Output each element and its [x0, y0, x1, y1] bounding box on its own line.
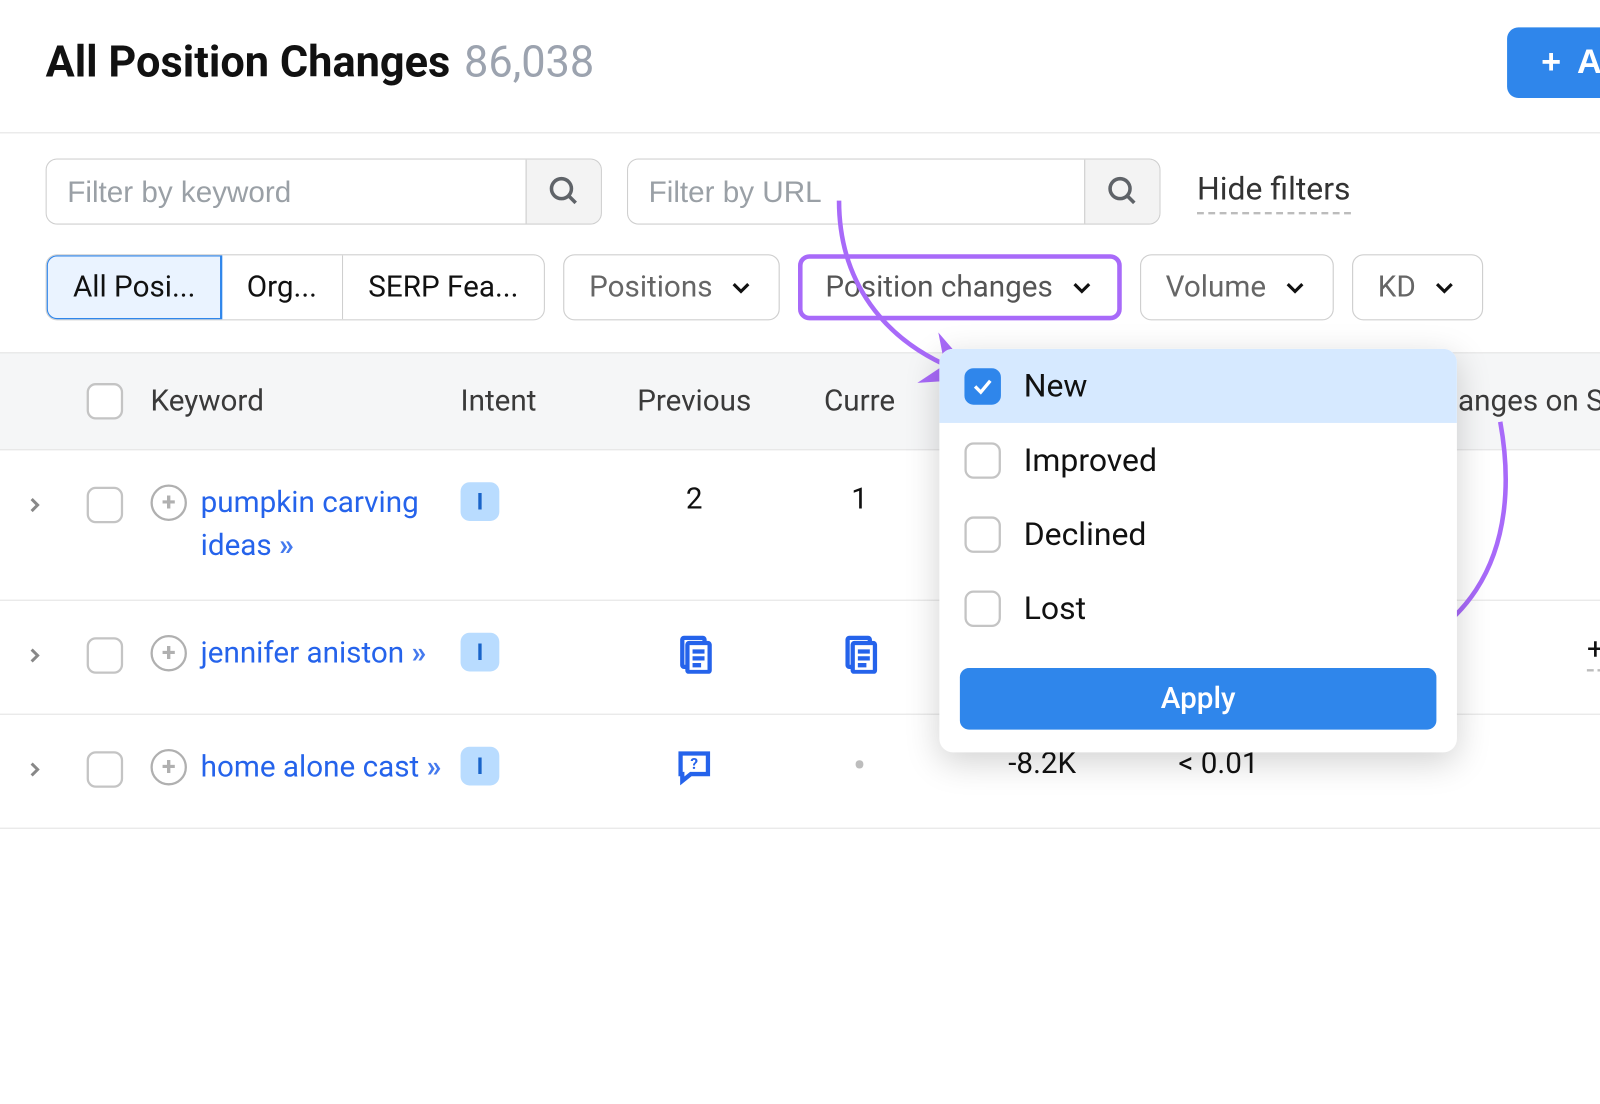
option-checkbox[interactable]: [964, 368, 1000, 404]
keyword-link[interactable]: jennifer aniston »: [201, 633, 424, 676]
filter-url-group: [627, 158, 1161, 224]
cell-current: 1: [780, 482, 940, 516]
page-title: All Position Changes: [46, 38, 451, 88]
option-label: Improved: [1024, 441, 1157, 479]
position-type-segment: All Posi... Org... SERP Fea...: [46, 254, 545, 320]
filter-positions-label: Positions: [589, 270, 712, 304]
serp-feature-icon: [839, 633, 880, 674]
add-to-list-button[interactable]: + Add to list: [1507, 27, 1600, 98]
filter-keyword-group: [46, 158, 602, 224]
segment-organic[interactable]: Org...: [222, 255, 344, 319]
keyword-link[interactable]: pumpkin carving ideas »: [201, 482, 440, 568]
position-changes-dropdown: New Improved Declined Lost Apply: [939, 349, 1457, 753]
intent-badge: I: [461, 747, 500, 786]
option-checkbox[interactable]: [964, 590, 1000, 626]
filter-position-changes-button[interactable]: Position changes: [798, 254, 1121, 320]
option-label: Lost: [1024, 589, 1086, 627]
serp-feature-icon: ?: [674, 747, 715, 788]
filter-volume-label: Volume: [1166, 270, 1266, 304]
apply-button[interactable]: Apply: [960, 668, 1437, 730]
page-header: All Position Changes 86,038 + Add to lis…: [0, 0, 1600, 133]
chevron-down-icon: [728, 275, 753, 300]
cell-previous: [609, 633, 780, 682]
filter-url-input[interactable]: [628, 160, 1084, 224]
cell-previous: ?: [609, 747, 780, 796]
filter-keyword-search-button[interactable]: [526, 160, 601, 224]
col-current[interactable]: Curre: [780, 384, 940, 418]
svg-text:?: ?: [690, 755, 698, 773]
option-checkbox[interactable]: [964, 442, 1000, 478]
row-checkbox[interactable]: [87, 638, 123, 674]
dropdown-option[interactable]: Improved: [939, 423, 1457, 497]
filter-url-search-button[interactable]: [1084, 160, 1159, 224]
chevron-down-icon: [1069, 275, 1094, 300]
hide-filters-link[interactable]: Hide filters: [1197, 169, 1350, 213]
cell-previous: 2: [609, 482, 780, 516]
plus-icon: +: [1541, 46, 1561, 80]
select-all-checkbox[interactable]: [87, 383, 123, 419]
add-to-list-label: Add to list: [1577, 43, 1600, 82]
chevron-down-icon: [1432, 275, 1457, 300]
serp-feature-icon: [674, 633, 715, 674]
filter-position-changes-label: Position changes: [825, 270, 1052, 304]
keyword-link[interactable]: home alone cast »: [201, 747, 439, 790]
filter-keyword-input[interactable]: [47, 160, 526, 224]
filter-positions-button[interactable]: Positions: [563, 254, 780, 320]
col-intent[interactable]: Intent: [461, 384, 609, 418]
cell-current: •: [780, 747, 940, 787]
filter-volume-button[interactable]: Volume: [1139, 254, 1333, 320]
chevron-down-icon: [1282, 275, 1307, 300]
search-icon: [547, 174, 581, 208]
dropdown-option[interactable]: Declined: [939, 497, 1457, 571]
expand-row-button[interactable]: [24, 754, 45, 788]
segment-serp-features[interactable]: SERP Fea...: [343, 255, 543, 319]
option-checkbox[interactable]: [964, 516, 1000, 552]
intent-badge: I: [461, 482, 500, 521]
page-title-count: 86,038: [464, 38, 594, 88]
filter-row-buttons: All Posi... Org... SERP Fea... Positions…: [0, 238, 1600, 352]
segment-all-positions[interactable]: All Posi...: [46, 254, 223, 320]
option-label: New: [1024, 367, 1088, 405]
cell-serp-changes: •: [1293, 747, 1600, 787]
option-label: Declined: [1024, 515, 1147, 553]
filter-kd-button[interactable]: KD: [1352, 254, 1484, 320]
add-keyword-button[interactable]: +: [150, 635, 186, 671]
chevron-right-double-icon: »: [427, 751, 440, 785]
intent-badge: I: [461, 633, 500, 672]
expand-row-button[interactable]: [24, 640, 45, 674]
expand-row-button[interactable]: [24, 489, 45, 523]
search-icon: [1105, 174, 1139, 208]
chevron-right-double-icon: »: [279, 529, 292, 563]
col-keyword[interactable]: Keyword: [141, 384, 460, 418]
add-keyword-button[interactable]: +: [150, 485, 186, 521]
col-previous[interactable]: Previous: [609, 384, 780, 418]
empty-dot-icon: •: [853, 744, 866, 790]
filter-kd-label: KD: [1378, 270, 1416, 304]
add-keyword-button[interactable]: +: [150, 749, 186, 785]
dropdown-option[interactable]: Lost: [939, 571, 1457, 645]
filter-row-inputs: Hide filters: [0, 133, 1600, 238]
row-checkbox[interactable]: [87, 752, 123, 788]
row-checkbox[interactable]: [87, 487, 123, 523]
dropdown-option[interactable]: New: [939, 349, 1457, 423]
cell-current: [780, 633, 940, 682]
chevron-right-double-icon: »: [412, 637, 425, 671]
